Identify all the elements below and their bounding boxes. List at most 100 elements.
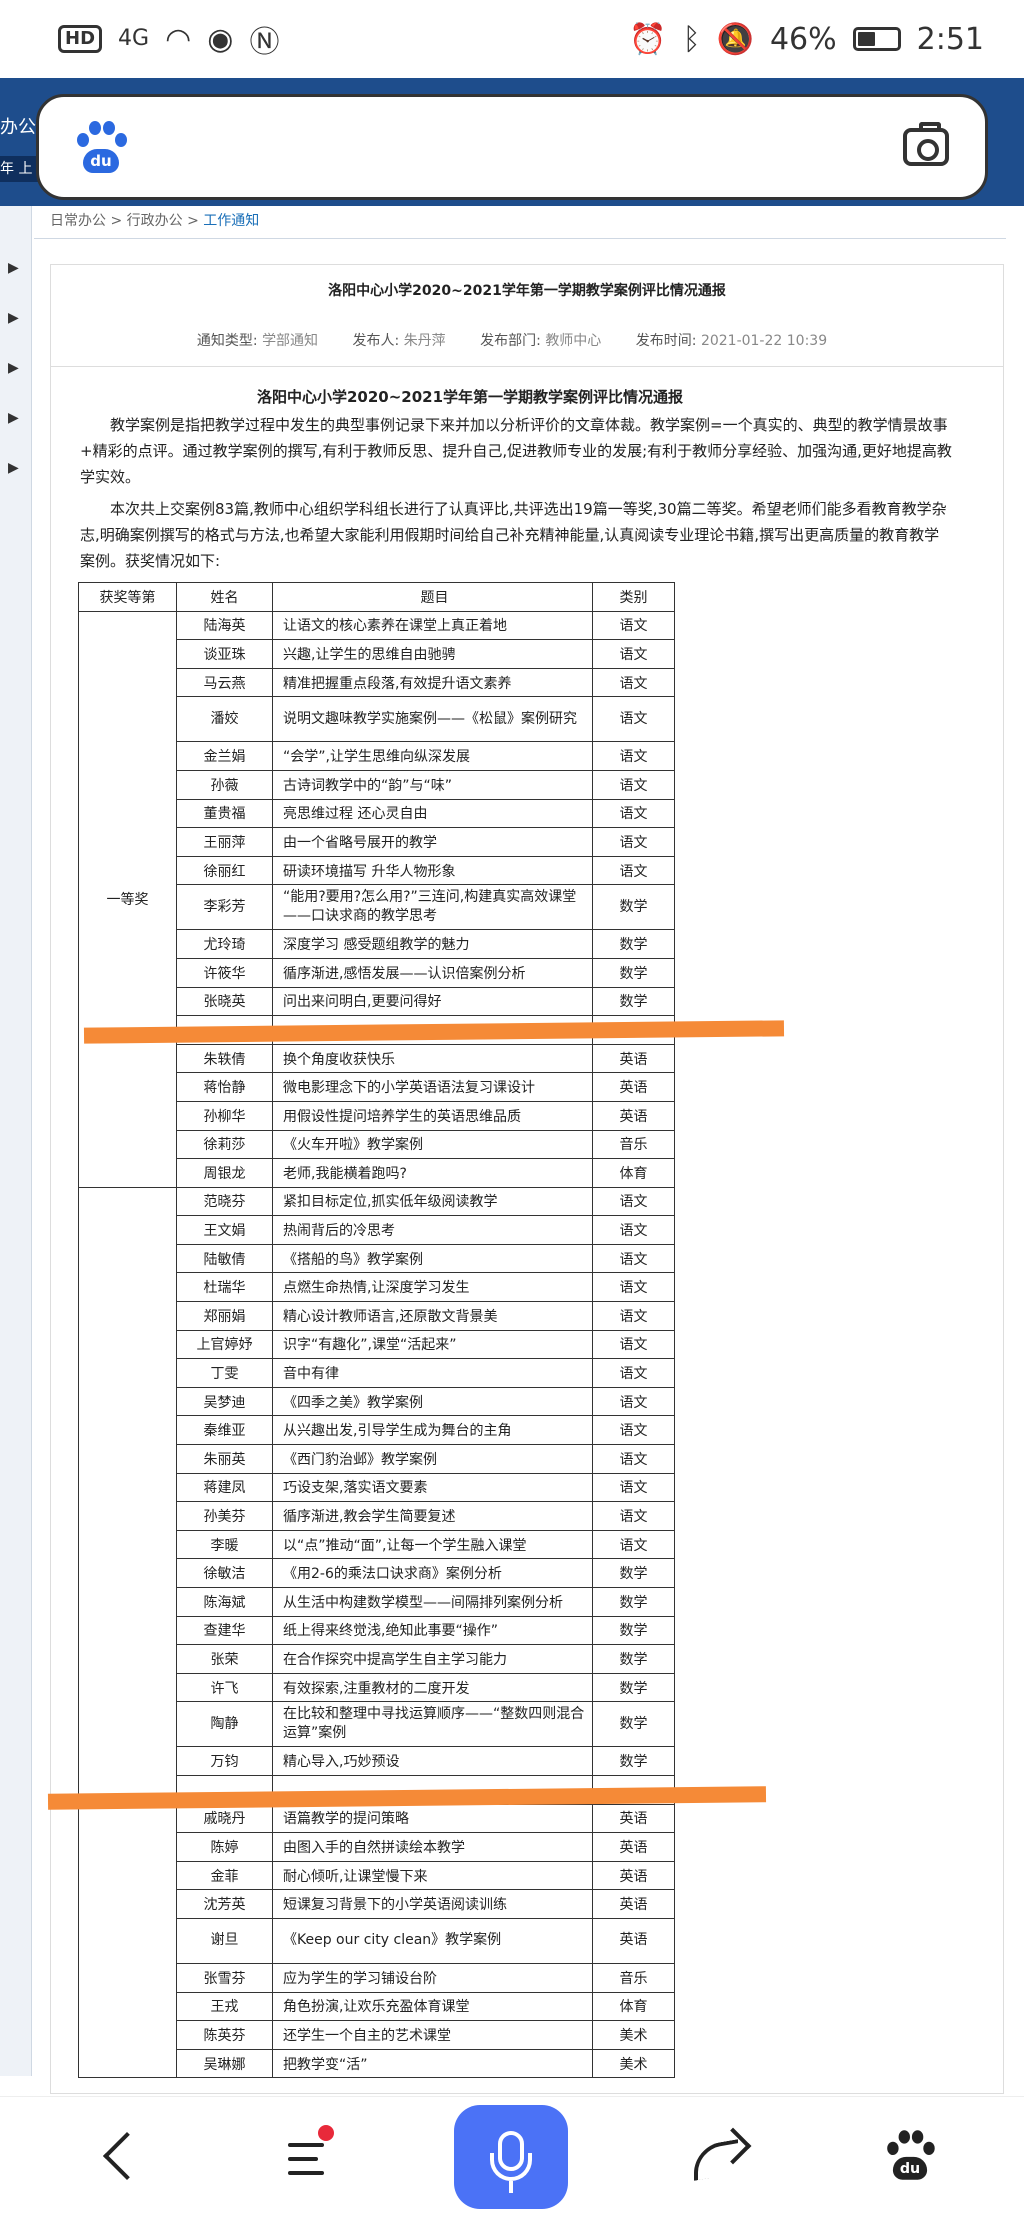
category-cell: 语文 — [592, 1501, 675, 1531]
name-cell: 董贵福 — [176, 798, 273, 829]
nav-arrow-icon[interactable]: ▶ — [8, 460, 19, 476]
title-cell: 循序渐进,教会学生简要复述 — [272, 1501, 593, 1531]
camera-icon[interactable] — [903, 122, 949, 166]
name-cell: 马云燕 — [176, 667, 273, 698]
name-cell: 孙薇 — [176, 769, 273, 800]
name-cell: 周银龙 — [176, 1158, 273, 1188]
title-cell: 从兴趣出发,引导学生成为舞台的主角 — [272, 1415, 593, 1446]
hd-badge: HD — [58, 25, 103, 53]
name-cell: 王戎 — [176, 1991, 273, 2022]
award-grade-cell — [78, 1186, 177, 2079]
share-icon[interactable] — [686, 2127, 746, 2187]
document-paragraph: 教学案例是指把教学过程中发生的典型事例记录下来并加以分析评价的文章体裁。教学案例… — [80, 416, 952, 486]
title-cell: 在合作探究中提高学生自主学习能力 — [272, 1644, 593, 1674]
meta-label: 发布人: — [352, 333, 400, 349]
name-cell: 蒋建凤 — [176, 1472, 273, 1503]
name-cell: 潘姣 — [176, 696, 273, 743]
title-cell: 《四季之美》教学案例 — [272, 1386, 593, 1417]
status-bar: HD 4G ◠ ◉ Ⓝ ⏰ ᛒ 🔕 46% 2:51 — [0, 0, 1024, 78]
title-cell: 纸上得来终觉浅,绝知此事要“操作” — [272, 1615, 593, 1646]
category-cell: 语文 — [592, 1444, 675, 1474]
name-cell: 陆敏倩 — [176, 1243, 273, 1274]
column-header: 题目 — [272, 582, 593, 612]
title-cell: 《西门豹治邺》教学案例 — [272, 1444, 593, 1474]
meta-publisher: 朱丹萍 — [403, 333, 446, 349]
name-cell: 郑丽娟 — [176, 1301, 273, 1331]
breadcrumb-current[interactable]: 工作通知 — [203, 213, 259, 229]
name-cell: 万钧 — [176, 1746, 273, 1776]
nav-arrow-icon[interactable]: ▶ — [8, 260, 19, 276]
status-left: HD 4G ◠ ◉ Ⓝ — [58, 17, 279, 61]
category-cell: 语文 — [592, 827, 675, 857]
category-cell: 数学 — [592, 986, 675, 1017]
name-cell: 张荣 — [176, 1644, 273, 1674]
document-paragraph: 本次共上交案例83篇,教师中心组织学科组长进行了认真评比,共评选出19篇一等奖,… — [80, 500, 947, 570]
title-cell: 换个角度收获快乐 — [272, 1043, 593, 1074]
name-cell: 徐丽红 — [176, 855, 273, 886]
name-cell: 徐莉莎 — [176, 1129, 273, 1160]
category-cell: 语文 — [592, 667, 675, 698]
title-cell: 《搭船的鸟》教学案例 — [272, 1243, 593, 1274]
name-cell: 陈英芬 — [176, 2020, 273, 2050]
left-nav: ▶ ▶ ▶ ▶ ▶ — [0, 206, 32, 2076]
name-cell: 金菲 — [176, 1860, 273, 1891]
title-cell: 让语文的核心素养在课堂上真正着地 — [272, 610, 593, 641]
category-cell: 数学 — [592, 884, 675, 931]
logo-text: du — [83, 149, 119, 173]
title-cell: 精心导入,巧妙预设 — [272, 1746, 593, 1776]
title-cell: 问出来问明白,更要问得好 — [272, 986, 593, 1017]
category-cell: 英语 — [592, 1917, 675, 1964]
meta-label: 发布部门: — [480, 333, 541, 349]
meta-type: 学部通知 — [262, 333, 319, 349]
breadcrumb-item[interactable]: 日常办公 — [50, 213, 106, 229]
microphone-stem — [509, 2181, 513, 2193]
baidu-paw-icon[interactable]: du — [880, 2127, 940, 2187]
meta-dept: 教师中心 — [545, 333, 602, 349]
name-cell: 孙柳华 — [176, 1100, 273, 1131]
baidu-logo-icon[interactable]: du — [75, 121, 127, 173]
category-cell: 体育 — [592, 1158, 675, 1188]
document-title: 洛阳中心小学2020~2021学年第一学期教学案例评比情况通报 — [256, 388, 684, 406]
category-cell: 音乐 — [592, 1962, 675, 1993]
breadcrumb-item[interactable]: 行政办公 — [127, 213, 183, 229]
name-cell: 王丽萍 — [176, 827, 273, 857]
category-cell: 语文 — [592, 1529, 675, 1560]
title-cell: 还学生一个自主的艺术课堂 — [272, 2020, 593, 2050]
title-cell: 精心设计教师语言,还原散文背景美 — [272, 1301, 593, 1331]
category-cell: 英语 — [592, 1072, 675, 1102]
bottom-toolbar: du — [0, 2096, 1024, 2218]
name-cell: 许筱华 — [176, 957, 273, 988]
title-cell: 应为学生的学习铺设台阶 — [272, 1962, 593, 1993]
name-cell: 吴琳娜 — [176, 2048, 273, 2079]
title-cell: 热闹背后的冷思考 — [272, 1215, 593, 1245]
table-body: 一等奖 陆海英 让语文的核心素养在课堂上真正着地 语文 谈亚珠 兴趣,让学生的思维自由驰骋… — [78, 610, 675, 2079]
name-cell: 戚晓丹 — [176, 1803, 273, 1834]
category-cell: 数学 — [592, 929, 675, 959]
category-cell: 数学 — [592, 957, 675, 988]
category-cell: 语文 — [592, 1272, 675, 1303]
voice-search-button[interactable] — [454, 2105, 568, 2209]
title-cell: 研读环境描写 升华人物形象 — [272, 855, 593, 886]
title-cell: 音中有律 — [272, 1358, 593, 1388]
notice-title: 洛阳中心小学2020~2021学年第一学期教学案例评比情况通报 — [328, 283, 726, 299]
bluetooth-icon: ᛒ — [682, 21, 701, 57]
search-box[interactable]: du — [36, 94, 988, 200]
nav-arrow-icon[interactable]: ▶ — [8, 310, 19, 326]
name-cell: 孙美芬 — [176, 1501, 273, 1531]
back-arrow-icon[interactable] — [92, 2127, 152, 2187]
category-cell: 英语 — [592, 1100, 675, 1131]
title-cell: 微电影理念下的小学英语语法复习课设计 — [272, 1072, 593, 1102]
nav-arrow-icon[interactable]: ▶ — [8, 410, 19, 426]
title-cell: 《用2-6的乘法口诀求商》案例分析 — [272, 1558, 593, 1588]
wifi-icon: ◠ — [165, 21, 192, 57]
title-cell: 角色扮演,让欢乐充盈体育课堂 — [272, 1991, 593, 2022]
name-cell: 许飞 — [176, 1672, 273, 1703]
category-cell: 美术 — [592, 2048, 675, 2079]
name-cell: 徐敏洁 — [176, 1558, 273, 1588]
title-cell: 巧设支架,落实语文要素 — [272, 1472, 593, 1503]
menu-icon[interactable] — [280, 2125, 340, 2187]
name-cell: 秦维亚 — [176, 1415, 273, 1446]
name-cell: 陈婷 — [176, 1832, 273, 1862]
nav-arrow-icon[interactable]: ▶ — [8, 360, 19, 376]
breadcrumb-sep: > — [187, 213, 199, 229]
